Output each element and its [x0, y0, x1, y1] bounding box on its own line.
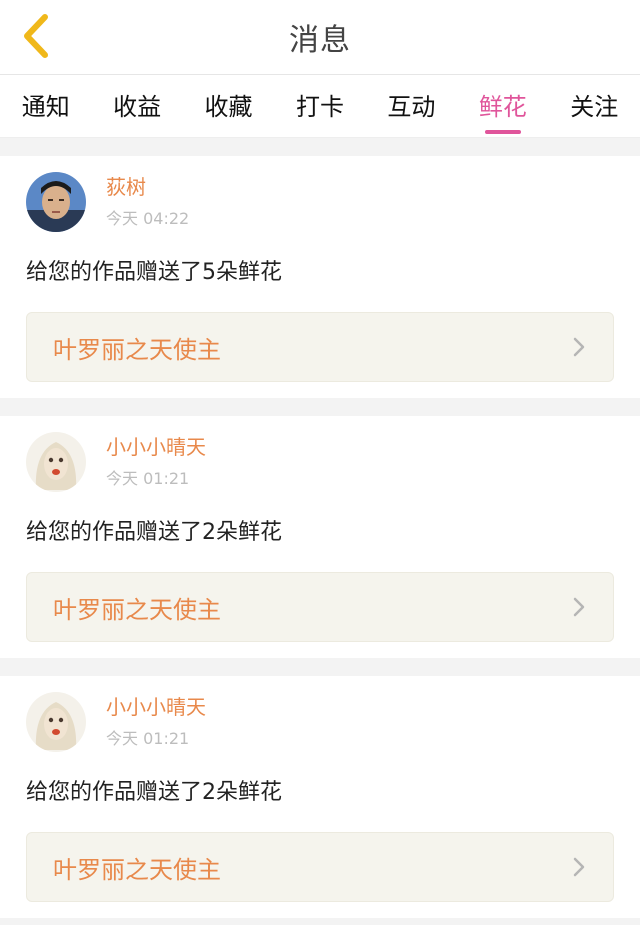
sender-name[interactable]: 荻树: [106, 175, 189, 199]
user-avatar-image: [26, 172, 86, 232]
message-list: 荻树 今天 04:22 给您的作品赠送了5朵鲜花 叶罗丽之天使主 小小小晴天 今…: [0, 138, 640, 918]
chevron-right-icon: [573, 597, 585, 617]
back-button[interactable]: [14, 14, 58, 58]
chevron-left-icon: [24, 14, 48, 58]
message-card: 小小小晴天 今天 01:21 给您的作品赠送了2朵鲜花 叶罗丽之天使主: [0, 416, 640, 658]
page-title: 消息: [289, 23, 351, 58]
user-avatar-image: [26, 432, 86, 492]
message-time: 今天 01:21: [106, 469, 190, 488]
message-text: 给您的作品赠送了2朵鲜花: [26, 520, 282, 545]
chevron-right-icon: [573, 857, 585, 877]
message-text: 给您的作品赠送了2朵鲜花: [26, 780, 282, 805]
avatar[interactable]: [26, 172, 86, 232]
message-header: 荻树 今天 04:22: [26, 172, 614, 232]
work-link[interactable]: 叶罗丽之天使主: [26, 312, 614, 382]
message-text: 给您的作品赠送了5朵鲜花: [26, 260, 282, 285]
tab-checkin[interactable]: 打卡: [296, 81, 344, 132]
message-header: 小小小晴天 今天 01:21: [26, 692, 614, 752]
sender-name[interactable]: 小小小晴天: [106, 435, 206, 459]
sender-name[interactable]: 小小小晴天: [106, 695, 206, 719]
tab-follow[interactable]: 关注: [570, 81, 618, 132]
work-link[interactable]: 叶罗丽之天使主: [26, 572, 614, 642]
avatar[interactable]: [26, 692, 86, 752]
work-title: 叶罗丽之天使主: [53, 595, 221, 624]
chevron-right-icon: [573, 337, 585, 357]
tab-interaction[interactable]: 互动: [387, 81, 435, 132]
message-time: 今天 04:22: [106, 209, 190, 228]
tab-notice[interactable]: 通知: [22, 81, 70, 132]
user-avatar-image: [26, 692, 86, 752]
message-card: 荻树 今天 04:22 给您的作品赠送了5朵鲜花 叶罗丽之天使主: [0, 156, 640, 398]
work-link[interactable]: 叶罗丽之天使主: [26, 832, 614, 902]
tab-bar: 通知 收益 收藏 打卡 互动 鲜花 关注: [0, 75, 640, 138]
message-time: 今天 01:21: [106, 729, 190, 748]
tab-favorites[interactable]: 收藏: [205, 81, 253, 132]
work-title: 叶罗丽之天使主: [53, 855, 221, 884]
message-card: 小小小晴天 今天 01:21 给您的作品赠送了2朵鲜花 叶罗丽之天使主: [0, 676, 640, 918]
avatar[interactable]: [26, 432, 86, 492]
work-title: 叶罗丽之天使主: [53, 335, 221, 364]
message-header: 小小小晴天 今天 01:21: [26, 432, 614, 492]
tab-earnings[interactable]: 收益: [113, 81, 161, 132]
tab-flowers[interactable]: 鲜花: [479, 81, 527, 132]
top-bar: 消息: [0, 0, 640, 75]
